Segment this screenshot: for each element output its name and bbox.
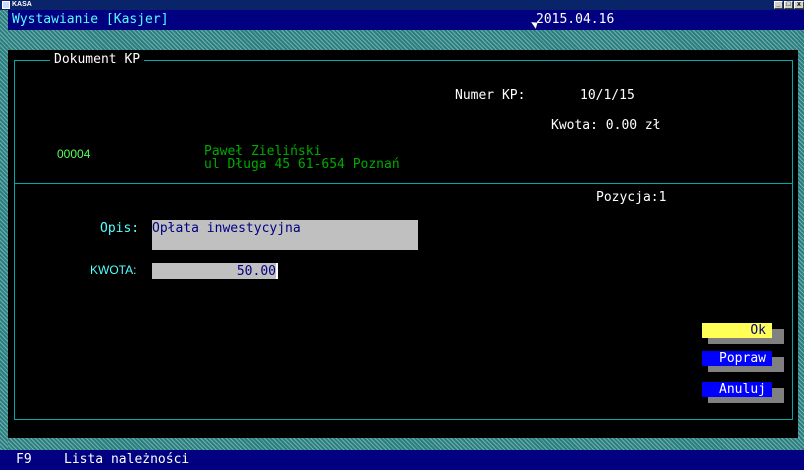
- numer-kp-label: Numer KP:: [455, 88, 526, 103]
- section-divider: [14, 183, 793, 184]
- application-window: KASA _ □ x Wystawianie [Kasjer] 2015.04.…: [0, 0, 804, 470]
- desktop-pattern-right: [798, 30, 804, 450]
- screen-title: Wystawianie [Kasjer]: [12, 12, 169, 27]
- desktop-pattern-top: [8, 30, 804, 50]
- position-indicator: Pozycja:1: [596, 190, 667, 205]
- text-cursor: [276, 263, 278, 279]
- ok-button[interactable]: Ok: [702, 323, 772, 338]
- anuluj-button[interactable]: Anuluj: [702, 382, 772, 397]
- numer-kp-value: 10/1/15: [580, 88, 635, 103]
- popraw-button[interactable]: Popraw: [702, 351, 772, 366]
- f9-description: Lista należności: [64, 452, 190, 467]
- window-title-bar[interactable]: KASA _ □ x: [0, 0, 804, 10]
- desktop-pattern-left: [0, 10, 8, 470]
- kwota-value: 50.00: [236, 264, 276, 279]
- desktop-pattern-bottom: [8, 438, 804, 450]
- close-button[interactable]: x: [794, 1, 804, 9]
- screen-header: Wystawianie [Kasjer] 2015.04.16: [8, 10, 804, 30]
- minimize-button[interactable]: _: [774, 1, 783, 9]
- kwota-total: Kwota: 0.00 zł: [551, 118, 661, 133]
- kwota-input[interactable]: 50.00: [152, 263, 276, 279]
- kwota-label: KWOTA:: [90, 263, 137, 277]
- frame-title: Dokument KP: [50, 52, 145, 67]
- status-bar: F9 Lista należności: [0, 450, 804, 470]
- kasa-app-icon: [2, 1, 10, 9]
- client-code: 00004: [57, 147, 91, 161]
- f9-key[interactable]: F9: [10, 452, 38, 467]
- current-date: 2015.04.16: [536, 12, 615, 27]
- maximize-button[interactable]: □: [784, 1, 793, 9]
- opis-label: Opis:: [100, 221, 140, 236]
- client-address: ul Długa 45 61-654 Poznań: [204, 157, 400, 172]
- opis-value: Opłata inwestycyjna: [152, 221, 301, 236]
- opis-input[interactable]: Opłata inwestycyjna: [152, 220, 418, 250]
- window-title: KASA: [12, 1, 32, 8]
